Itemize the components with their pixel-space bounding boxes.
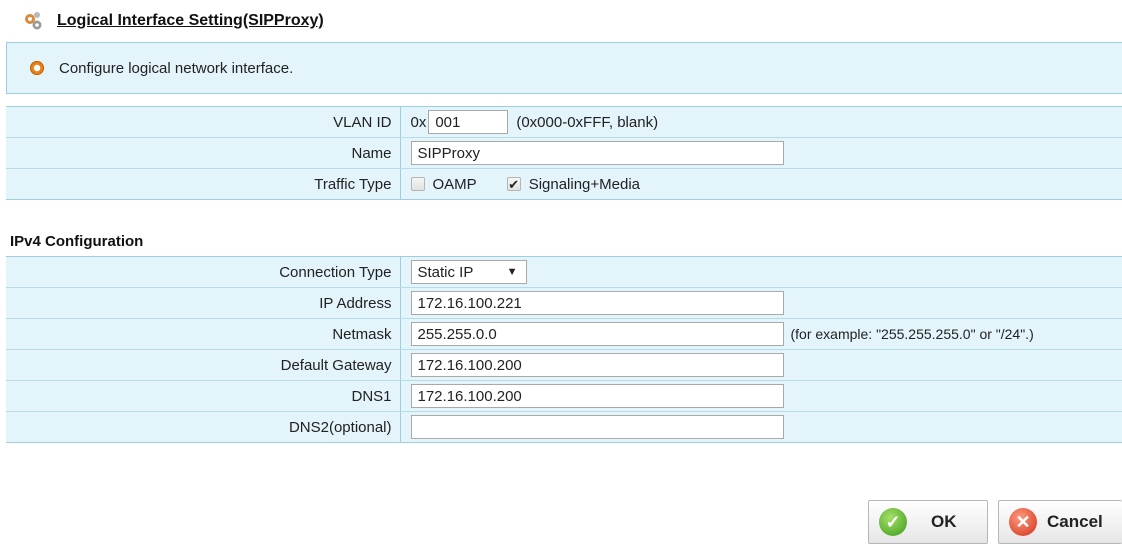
ipv4-table: Connection Type Static IP ▼ IP Address N…: [6, 256, 1122, 443]
info-bullet-icon: [30, 61, 44, 75]
vlan-row: VLAN ID 0x (0x000-0xFFF, blank): [6, 106, 1122, 138]
info-text: Configure logical network interface.: [59, 59, 294, 77]
vlan-prefix: 0x: [410, 113, 427, 131]
ip-address-row: IP Address: [6, 287, 1122, 319]
connection-type-label: Connection Type: [6, 256, 401, 288]
vlan-hint: (0x000-0xFFF, blank): [516, 113, 659, 131]
gears-icon: [25, 12, 42, 30]
gateway-input[interactable]: [410, 353, 784, 377]
dns2-label: DNS2(optional): [6, 411, 401, 443]
signaling-media-checkbox[interactable]: ✔: [506, 177, 521, 191]
vlan-id-input[interactable]: [428, 110, 509, 134]
netmask-row: Netmask (for example: "255.255.255.0" or…: [6, 318, 1122, 350]
connection-type-select[interactable]: Static IP ▼: [410, 260, 527, 284]
name-row: Name: [6, 137, 1122, 169]
interface-table: VLAN ID 0x (0x000-0xFFF, blank) Name Tra…: [6, 106, 1122, 200]
dns2-input[interactable]: [410, 415, 784, 439]
dns1-label: DNS1: [6, 380, 401, 412]
oamp-label: OAMP: [432, 175, 477, 193]
signaling-media-label: Signaling+Media: [528, 175, 641, 193]
traffic-label: Traffic Type: [6, 168, 401, 200]
name-label: Name: [6, 137, 401, 169]
name-input[interactable]: [410, 141, 784, 165]
ok-button-label: OK: [931, 512, 957, 531]
traffic-row: Traffic Type OAMP ✔ Signaling+Media: [6, 168, 1122, 200]
connection-type-row: Connection Type Static IP ▼: [6, 256, 1122, 288]
page-header: Logical Interface Setting(SIPProxy): [22, 6, 324, 36]
cancel-button-label: Cancel: [1047, 512, 1103, 531]
ip-address-label: IP Address: [6, 287, 401, 319]
ip-address-input[interactable]: [410, 291, 784, 315]
check-icon: ✓: [879, 508, 907, 536]
gateway-row: Default Gateway: [6, 349, 1122, 381]
netmask-label: Netmask: [6, 318, 401, 350]
dns2-row: DNS2(optional): [6, 411, 1122, 443]
chevron-down-icon: ▼: [506, 266, 518, 278]
oamp-checkbox[interactable]: [410, 177, 425, 191]
ok-button[interactable]: ✓ OK: [868, 500, 988, 544]
dns1-input[interactable]: [410, 384, 784, 408]
netmask-hint: (for example: "255.255.255.0" or "/24".): [790, 326, 1034, 342]
cancel-button[interactable]: ✕ Cancel: [998, 500, 1122, 544]
connection-type-value: Static IP: [417, 263, 474, 281]
netmask-input[interactable]: [410, 322, 784, 346]
dns1-row: DNS1: [6, 380, 1122, 412]
ipv4-section-title: IPv4 Configuration: [10, 233, 144, 250]
gateway-label: Default Gateway: [6, 349, 401, 381]
info-panel: Configure logical network interface.: [6, 42, 1122, 94]
vlan-label: VLAN ID: [6, 106, 401, 138]
cancel-icon: ✕: [1009, 508, 1037, 536]
page-title[interactable]: Logical Interface Setting(SIPProxy): [57, 12, 324, 30]
